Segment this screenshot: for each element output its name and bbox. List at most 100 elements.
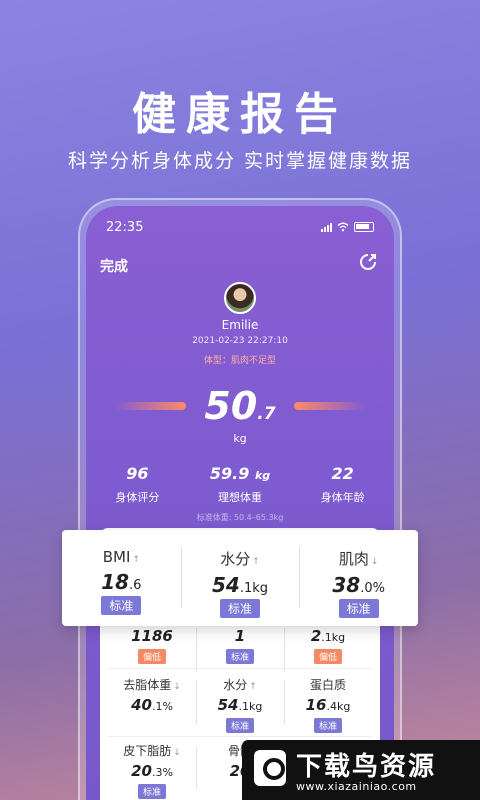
- metric-number: 2: [310, 627, 322, 645]
- metric-water[interactable]: 水分 ↑ 54.1kg 标准: [180, 530, 300, 626]
- arrow-down-icon: ↓: [173, 682, 181, 692]
- status-icons: [321, 222, 374, 232]
- stat-label: 身体年龄: [320, 491, 365, 504]
- stat-number: 96: [126, 464, 149, 483]
- arrow-down-icon: ↓: [370, 557, 379, 567]
- metric-tag: 标准: [225, 718, 254, 733]
- row-divider: [108, 668, 372, 669]
- weight-unit: kg: [233, 432, 247, 445]
- weight-decimal: .7: [257, 404, 276, 424]
- standard-weight-range: 标准体重: 50.4–65.3kg: [196, 513, 284, 522]
- promo-title: 健康报告: [132, 89, 348, 140]
- watermark-text: 下载鸟资源: [296, 752, 437, 782]
- signal-icon: [321, 222, 332, 232]
- weight-display: 50.7: [86, 380, 394, 428]
- metric-decimal: .4: [326, 700, 338, 713]
- arrow-up-icon: ↑: [249, 682, 257, 692]
- metric-label: 水分 ↑: [181, 548, 300, 569]
- metric-cell[interactable]: 去脂体重 ↓ 40.1%: [108, 676, 196, 733]
- metric-tag: 标准: [220, 599, 261, 618]
- metric-cell[interactable]: 1186 偏低: [108, 624, 196, 664]
- metric-number: 20: [131, 762, 152, 780]
- metric-label: 皮下脂肪 ↓: [108, 742, 196, 759]
- share-icon[interactable]: [358, 252, 378, 272]
- metric-label-text: 皮下脂肪: [123, 744, 172, 758]
- metric-number: 16: [305, 696, 327, 714]
- done-button[interactable]: 完成: [100, 256, 128, 276]
- metric-decimal: .3: [151, 766, 163, 779]
- stat-number: 59.9: [209, 464, 250, 483]
- metric-number: 38: [332, 573, 361, 597]
- stat-body-score: 96 身体评分: [86, 464, 189, 505]
- stat-body-age: 22 身体年龄: [291, 464, 394, 505]
- wifi-icon: [337, 222, 349, 232]
- promo-subtitle: 科学分析身体成分 实时掌握健康数据: [67, 150, 413, 172]
- metric-number: 54: [211, 573, 240, 597]
- metric-cell[interactable]: 皮下脂肪 ↓ 20.3% 标准: [108, 742, 196, 799]
- metric-label: BMI ↑: [62, 548, 181, 566]
- metric-cell[interactable]: 蛋白质 16.4kg 标准: [284, 676, 372, 733]
- metric-value: 1186: [108, 627, 196, 645]
- metric-label-text: 肌肉: [338, 550, 369, 568]
- metric-value: 1: [196, 627, 284, 645]
- metric-decimal: .0: [360, 581, 373, 596]
- avatar[interactable]: [224, 282, 256, 314]
- watermark: 下载鸟资源 www.xiazainiao.com: [242, 740, 480, 800]
- metric-label-text: 水分: [223, 678, 248, 692]
- metric-number: 1: [234, 627, 246, 645]
- metric-tag: 偏低: [313, 649, 342, 664]
- stat-value: 59.9 kg: [189, 464, 292, 483]
- metric-cell[interactable]: 1 标准: [196, 624, 284, 672]
- watermark-logo-icon: [254, 750, 286, 786]
- metric-number: 54: [217, 696, 239, 714]
- metric-bmi[interactable]: BMI ↑ 18.6 标准: [62, 530, 181, 626]
- metric-muscle[interactable]: 肌肉 ↓ 38.0% 标准: [299, 530, 418, 626]
- metric-decimal: .1: [239, 581, 253, 596]
- metric-tag: 标准: [338, 599, 379, 618]
- metric-label-text: BMI: [102, 548, 131, 566]
- metric-label-text: 去脂体重: [123, 678, 172, 692]
- metric-number: 40: [131, 696, 152, 714]
- metric-unit: kg: [249, 700, 263, 713]
- metric-label: 去脂体重 ↓: [108, 676, 196, 693]
- metric-cell[interactable]: 水分 ↑ 54.1kg 标准: [196, 676, 284, 733]
- metric-unit: %: [162, 700, 173, 713]
- status-time: 22:35: [106, 220, 144, 235]
- metric-decimal: .1: [238, 700, 250, 713]
- metric-number: 18: [101, 570, 130, 594]
- metric-cell[interactable]: 2.1kg 偏低: [284, 624, 372, 672]
- arrow-up-icon: ↑: [252, 557, 260, 567]
- metrics-row: 去脂体重 ↓ 40.1% 水分 ↑ 54.1kg 标准 蛋白质 16.4kg 标准: [108, 676, 372, 733]
- metric-unit: %: [372, 581, 385, 596]
- status-bar: 22:35: [106, 220, 374, 238]
- metric-label-text: 水分: [220, 550, 251, 568]
- stat-label: 理想体重: [218, 491, 262, 504]
- metric-value: 40.1%: [108, 696, 196, 714]
- summary-stats: 96 身体评分 59.9 kg 理想体重 22 身体年龄: [86, 464, 394, 505]
- watermark-url: www.xiazainiao.com: [296, 780, 417, 793]
- stat-number: 22: [331, 464, 354, 483]
- measure-datetime: 2021-02-23 22:27:10: [192, 336, 288, 346]
- metric-value: 54.1kg: [196, 696, 284, 714]
- metric-label: 水分 ↑: [196, 676, 284, 693]
- battery-icon: [354, 222, 374, 232]
- stat-value: 22: [291, 464, 394, 483]
- metric-label: 蛋白质: [309, 678, 346, 692]
- metric-value: 2.1kg: [284, 627, 372, 645]
- metric-tag: 偏低: [137, 649, 166, 664]
- metric-unit: %: [162, 766, 173, 779]
- metric-tag: 标准: [313, 718, 342, 733]
- row-divider: [108, 736, 372, 737]
- body-type: 体型：肌肉不足型: [203, 356, 276, 366]
- metric-label: 肌肉 ↓: [299, 548, 418, 569]
- weight-value: 50.7: [86, 384, 394, 428]
- stat-value: 96: [86, 464, 189, 483]
- highlight-metrics-card: BMI ↑ 18.6 标准 水分 ↑ 54.1kg 标准 肌肉 ↓ 38.0% 标准: [62, 530, 418, 626]
- metric-value: 20.3%: [108, 762, 196, 780]
- metric-value: 38.0%: [299, 573, 418, 597]
- metric-tag: 标准: [137, 784, 166, 799]
- metric-tag: 标准: [101, 596, 142, 615]
- metric-unit: kg: [337, 700, 351, 713]
- metric-decimal: .1: [321, 631, 332, 644]
- metric-decimal: .6: [129, 578, 142, 593]
